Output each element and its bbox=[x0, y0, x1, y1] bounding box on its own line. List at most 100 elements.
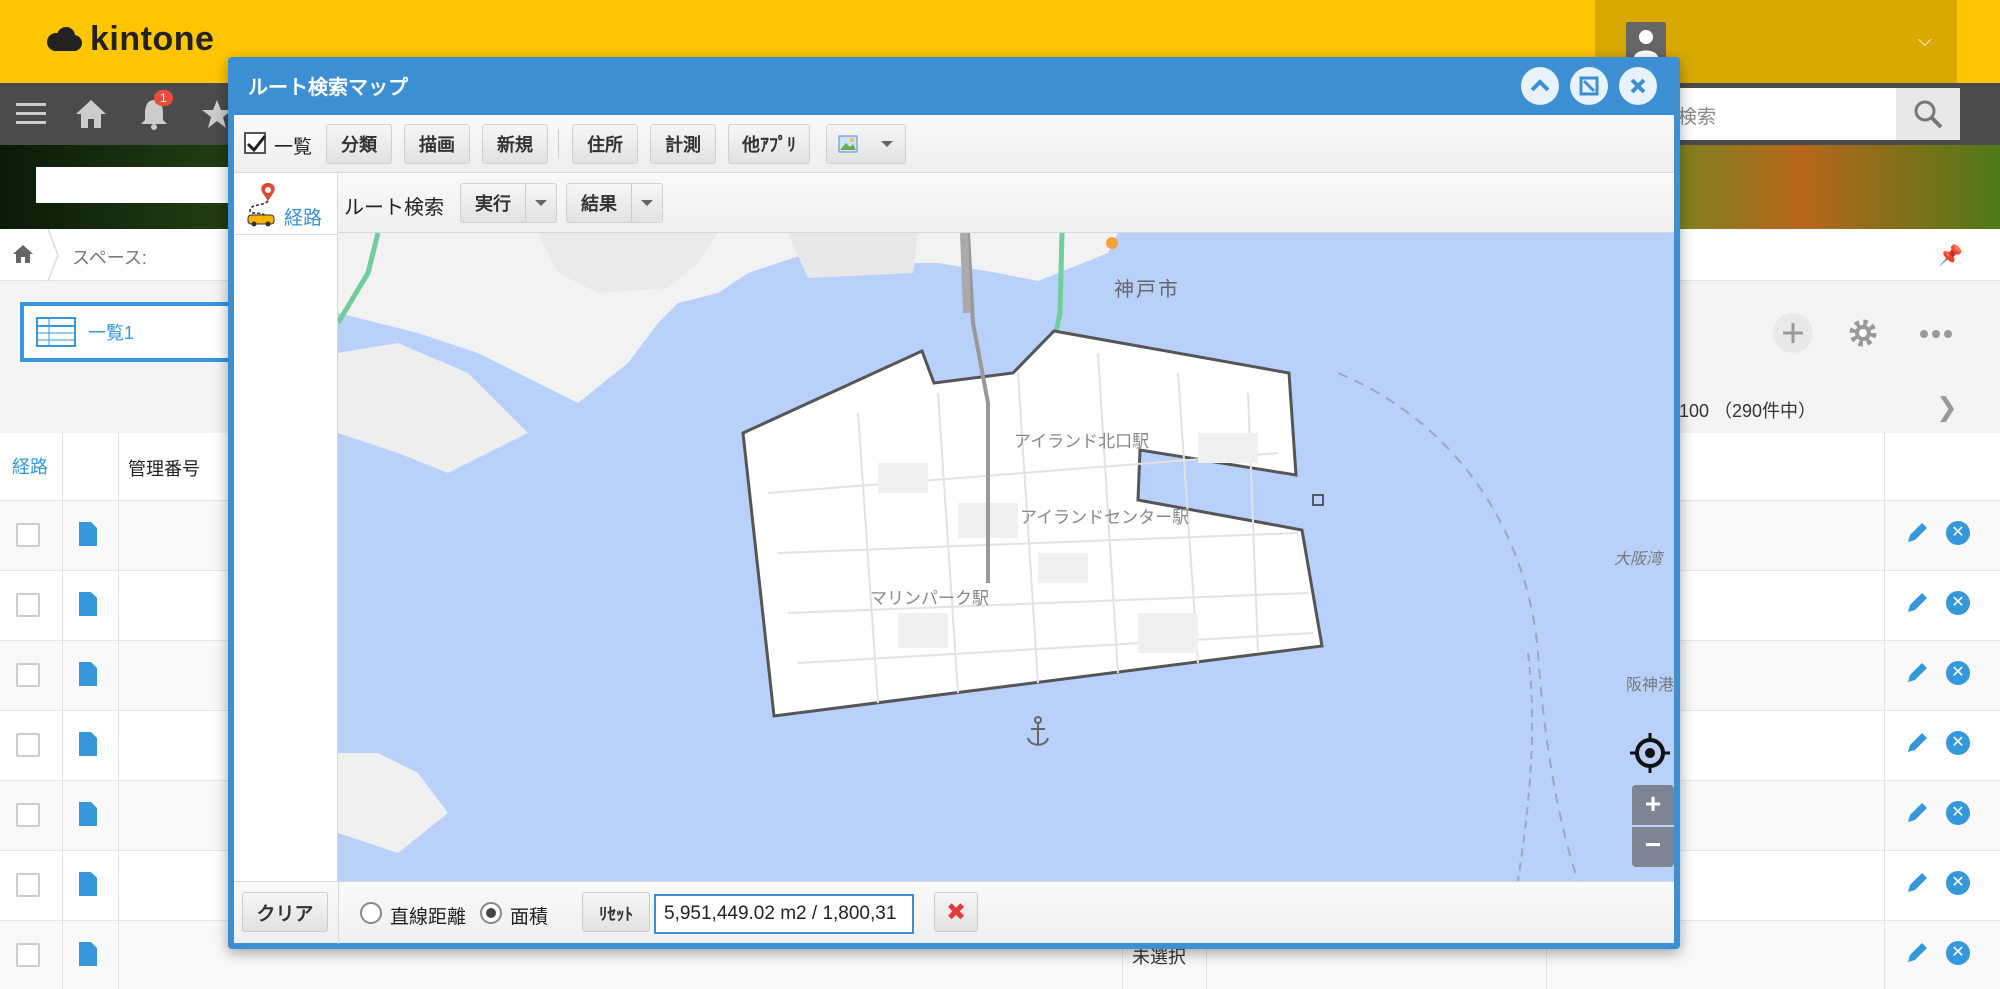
result-button[interactable]: 結果 bbox=[567, 184, 632, 222]
document-icon[interactable] bbox=[78, 941, 98, 972]
zoom-in-button[interactable]: + bbox=[1632, 785, 1674, 825]
row-checkbox[interactable] bbox=[16, 943, 40, 967]
run-dropdown-icon[interactable] bbox=[526, 198, 556, 208]
notification-badge: 1 bbox=[154, 90, 173, 106]
home-icon[interactable] bbox=[74, 97, 108, 136]
maximize-button[interactable] bbox=[1570, 67, 1608, 105]
document-icon[interactable] bbox=[78, 661, 98, 692]
document-icon[interactable] bbox=[78, 591, 98, 622]
row-checkbox[interactable] bbox=[16, 733, 40, 757]
pencil-icon[interactable] bbox=[1905, 521, 1929, 550]
route-search-bar: ルート検索 実行 結果 bbox=[338, 173, 1674, 233]
search-button[interactable] bbox=[1896, 88, 1960, 140]
image-menu-button[interactable] bbox=[826, 124, 906, 164]
pencil-icon[interactable] bbox=[1905, 871, 1929, 900]
run-button[interactable]: 実行 bbox=[461, 184, 526, 222]
result-dropdown-icon[interactable] bbox=[632, 198, 662, 208]
caret-down-icon bbox=[881, 141, 893, 147]
map-label-osaka-bay: 大阪湾 bbox=[1614, 551, 1663, 568]
zoom-out-button[interactable]: − bbox=[1632, 827, 1674, 867]
pencil-icon[interactable] bbox=[1905, 661, 1929, 690]
logo-text: kintone bbox=[90, 20, 215, 58]
route-map-dialog: ルート検索マップ 一覧 分類 描画 新規 住所 計測 他ｱﾌﾟﾘ 経路 ルート検… bbox=[228, 57, 1680, 949]
address-button[interactable]: 住所 bbox=[572, 124, 638, 164]
plus-icon bbox=[1773, 313, 1813, 353]
clear-button[interactable]: クリア bbox=[242, 892, 328, 932]
banner-title-box bbox=[36, 167, 236, 203]
route-tab[interactable]: 経路 bbox=[234, 173, 338, 235]
gear-icon bbox=[1849, 319, 1877, 347]
col-header-id[interactable]: 管理番号 bbox=[128, 455, 200, 481]
document-icon[interactable] bbox=[78, 871, 98, 902]
delete-icon[interactable]: ✕ bbox=[1946, 591, 1970, 615]
other-app-button[interactable]: 他ｱﾌﾟﾘ bbox=[728, 124, 810, 164]
table-divider bbox=[62, 433, 63, 989]
pencil-icon[interactable] bbox=[1905, 731, 1929, 760]
checkmark-icon bbox=[246, 135, 267, 153]
col-header-route[interactable]: 経路 bbox=[12, 453, 48, 479]
list-checkbox[interactable] bbox=[244, 132, 267, 154]
resize-icon bbox=[1579, 76, 1599, 96]
document-icon[interactable] bbox=[78, 521, 98, 552]
reset-button[interactable]: ﾘｾｯﾄ bbox=[582, 892, 650, 932]
pencil-icon[interactable] bbox=[1905, 941, 1929, 970]
breadcrumb-space[interactable]: スペース: bbox=[72, 244, 147, 270]
area-radio[interactable] bbox=[480, 902, 502, 924]
document-icon[interactable] bbox=[78, 801, 98, 832]
row-checkbox[interactable] bbox=[16, 593, 40, 617]
measure-footer: クリア 直線距離 面積 ﾘｾｯﾄ 5,951,449.02 m2 / 1,800… bbox=[234, 881, 1674, 944]
minus-icon: − bbox=[1644, 829, 1662, 860]
view-name: 一覧1 bbox=[88, 323, 135, 343]
chevron-down-icon[interactable]: ⌵ bbox=[1918, 30, 1932, 51]
measure-button[interactable]: 計測 bbox=[650, 124, 716, 164]
delete-icon[interactable]: ✕ bbox=[1946, 521, 1970, 545]
run-split-button[interactable]: 実行 bbox=[460, 183, 557, 223]
row-checkbox[interactable] bbox=[16, 803, 40, 827]
delete-icon[interactable]: ✕ bbox=[1946, 661, 1970, 685]
clear-measure-button[interactable]: ✖ bbox=[934, 892, 978, 932]
delete-icon[interactable]: ✕ bbox=[1946, 731, 1970, 755]
hamburger-menu-icon[interactable] bbox=[14, 97, 48, 136]
distance-radio[interactable] bbox=[360, 902, 382, 924]
collapse-button[interactable] bbox=[1521, 67, 1559, 105]
close-icon: ✖ bbox=[945, 898, 967, 926]
pager-next-icon[interactable]: ❯ bbox=[1936, 392, 1958, 423]
row-checkbox[interactable] bbox=[16, 873, 40, 897]
delete-icon[interactable]: ✕ bbox=[1946, 801, 1970, 825]
document-icon[interactable] bbox=[78, 731, 98, 762]
kintone-logo[interactable]: kintone bbox=[44, 20, 214, 59]
category-button[interactable]: 分類 bbox=[326, 124, 392, 164]
pencil-icon[interactable] bbox=[1905, 801, 1929, 830]
result-split-button[interactable]: 結果 bbox=[566, 183, 663, 223]
new-button[interactable]: 新規 bbox=[482, 124, 548, 164]
cloud-logo-icon bbox=[47, 26, 82, 51]
side-panel: 経路 bbox=[234, 173, 338, 943]
more-options-button[interactable] bbox=[1918, 316, 1954, 357]
map-graphic bbox=[338, 233, 1579, 881]
pencil-icon[interactable] bbox=[1905, 591, 1929, 620]
map-label-hanshin-port: 阪神港 bbox=[1626, 677, 1674, 694]
user-avatar[interactable] bbox=[1626, 22, 1666, 62]
breadcrumb-home-icon[interactable] bbox=[12, 243, 34, 265]
row-checkbox[interactable] bbox=[16, 523, 40, 547]
search-input[interactable]: 検索 bbox=[1660, 88, 1896, 140]
distance-radio-label: 直線距離 bbox=[390, 907, 467, 928]
close-button[interactable] bbox=[1619, 67, 1657, 105]
delete-icon[interactable]: ✕ bbox=[1946, 871, 1970, 895]
add-record-button[interactable] bbox=[1772, 312, 1814, 359]
row-checkbox[interactable] bbox=[16, 663, 40, 687]
map-label-marine-park: マリンパーク駅 bbox=[870, 589, 989, 608]
route-search-label: ルート検索 bbox=[344, 197, 444, 219]
ellipsis-icon bbox=[1920, 330, 1952, 338]
draw-button[interactable]: 描画 bbox=[404, 124, 470, 164]
delete-icon[interactable]: ✕ bbox=[1946, 941, 1970, 965]
pin-icon[interactable]: 📌 bbox=[1938, 243, 1963, 268]
map-canvas[interactable]: 神戸市 アイランド北口駅 アイランドセンター駅 マリンパーク駅 大阪湾 阪神港 … bbox=[338, 233, 1674, 881]
dialog-title[interactable]: ルート検索マップ bbox=[248, 71, 408, 100]
settings-button[interactable] bbox=[1844, 314, 1882, 357]
measure-value-field[interactable]: 5,951,449.02 m2 / 1,800,31 bbox=[654, 894, 914, 934]
locate-button[interactable] bbox=[1630, 733, 1670, 773]
crosshair-icon bbox=[1630, 733, 1670, 773]
close-icon bbox=[1630, 78, 1646, 94]
table-divider bbox=[118, 433, 119, 989]
